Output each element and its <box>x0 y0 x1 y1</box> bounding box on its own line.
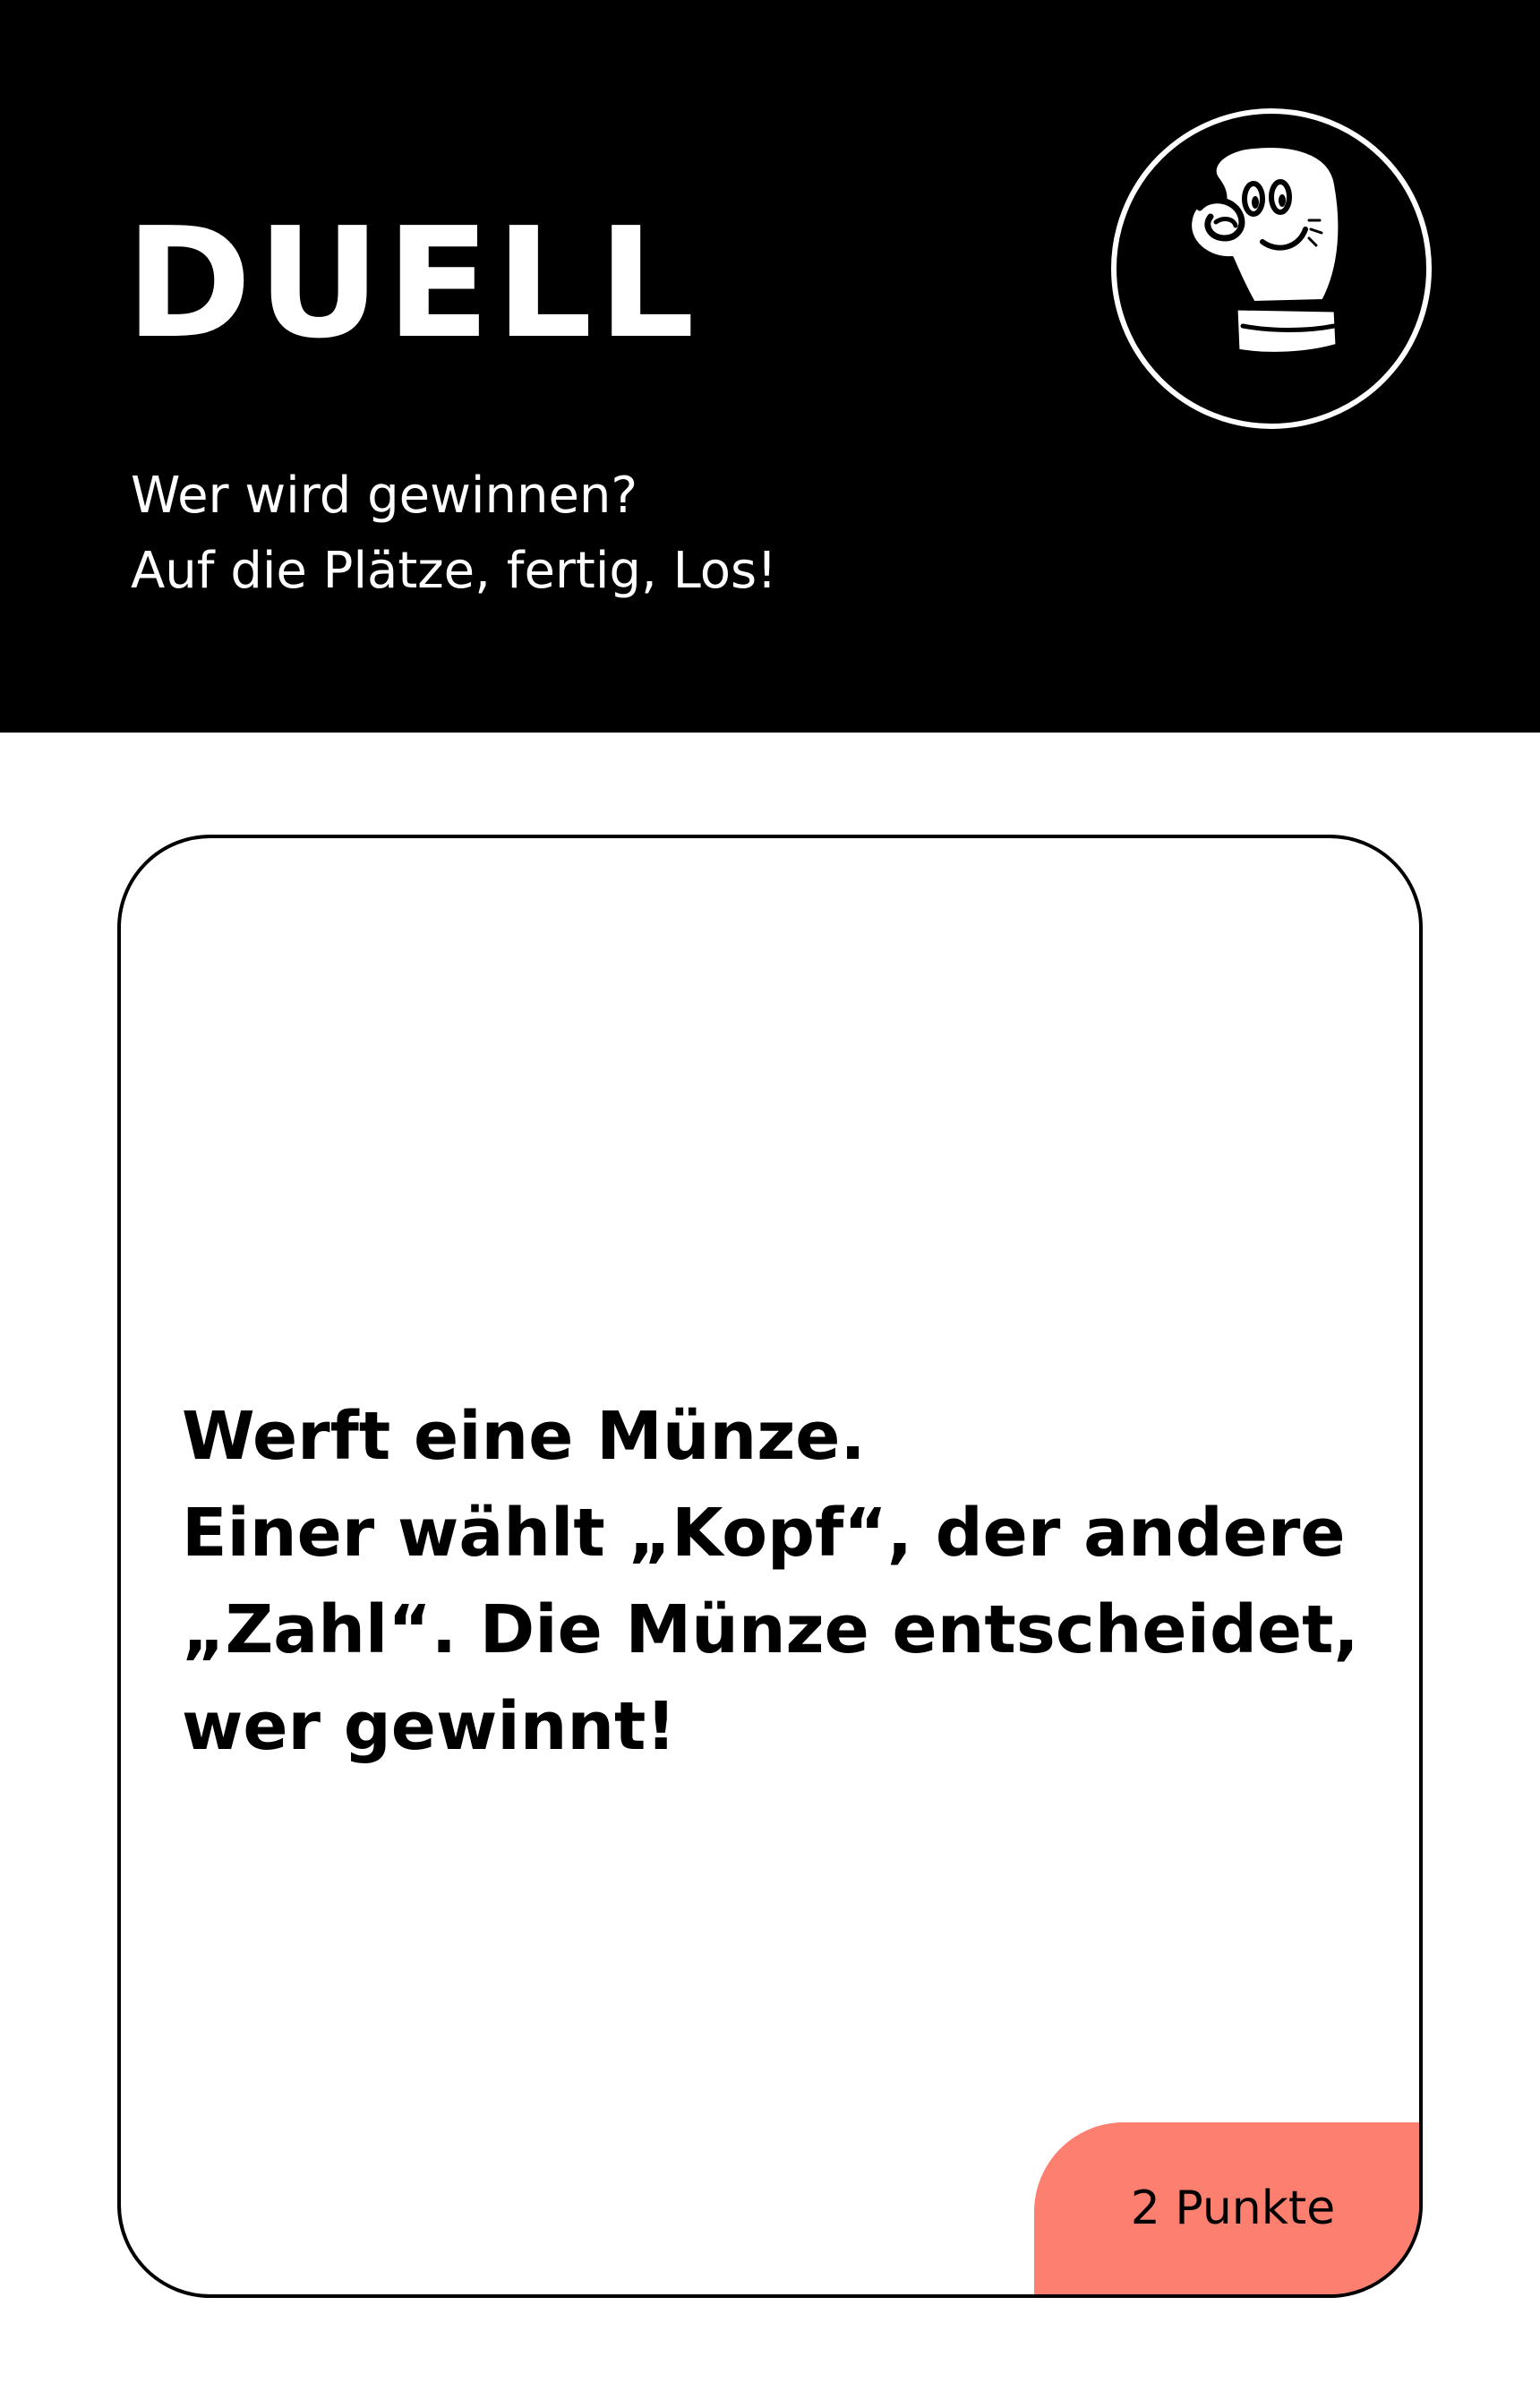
task-text: Werft eine Münze. Einer wählt „Kopf“, de… <box>182 1388 1382 1775</box>
boxing-glove-icon <box>1111 108 1432 429</box>
task-text-line: wer gewinnt! <box>182 1688 677 1765</box>
points-badge: 2 Punkte <box>1034 2122 1419 2294</box>
task-card: Werft eine Münze. Einer wählt „Kopf“, de… <box>117 835 1423 2298</box>
subtitle-line: Wer wird gewinnen? <box>131 467 638 525</box>
card-subtitle: Wer wird gewinnen? Auf die Plätze, ferti… <box>131 459 777 609</box>
subtitle-line: Auf die Plätze, fertig, Los! <box>131 542 777 600</box>
header: DUELL Wer wird gewinnen? Auf die Plätze,… <box>0 0 1540 733</box>
points-label: 2 Punkte <box>1130 2181 1336 2235</box>
task-text-line: „Zahl“. Die Münze entscheidet, <box>182 1591 1359 1668</box>
task-text-line: Einer wählt „Kopf“, der andere <box>182 1495 1346 1572</box>
card-category-title: DUELL <box>125 195 700 373</box>
task-text-line: Werft eine Münze. <box>182 1398 866 1475</box>
